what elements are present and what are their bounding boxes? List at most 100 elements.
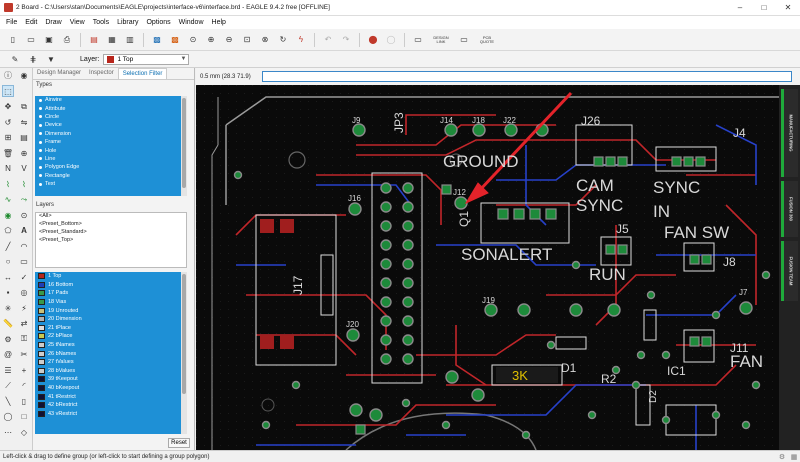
list-item[interactable]: <Preset_Standard> — [36, 229, 186, 237]
zoom-fit-icon[interactable]: ⊙ — [186, 33, 200, 47]
print-icon[interactable]: ⎙ — [60, 33, 74, 47]
copy-icon[interactable]: ⧉ — [18, 101, 30, 113]
list-item[interactable]: <Preset_Top> — [36, 237, 186, 245]
menu-edit[interactable]: Edit — [21, 19, 41, 26]
pcb-quote-icon[interactable]: ▭ — [457, 33, 471, 47]
script-icon[interactable]: ▩ — [150, 33, 164, 47]
layer-list-item[interactable]: 26 bNames — [35, 349, 187, 358]
layer-select[interactable]: 1 Top ▼ — [103, 53, 190, 65]
text-icon[interactable]: A — [18, 225, 30, 237]
line-tool-icon[interactable]: ╲ — [2, 395, 14, 407]
settings-icon[interactable]: ⚙ — [777, 452, 787, 462]
tab-fusion-360[interactable]: FUSION 360 — [781, 181, 798, 237]
shape-tool-icon[interactable]: ▯ — [18, 395, 30, 407]
maximize-icon[interactable]: □ — [752, 0, 776, 16]
list-item[interactable]: <Preset_Bottom> — [36, 221, 186, 229]
lock-icon[interactable]: ⚿ — [18, 333, 30, 345]
layer-settings-icon[interactable]: ☰ — [2, 364, 14, 376]
presets-list[interactable]: <All> <Preset_Bottom> <Preset_Standard> … — [35, 212, 187, 268]
new-file-icon[interactable]: ▯ — [6, 33, 20, 47]
menu-library[interactable]: Library — [113, 19, 142, 26]
layer-list-item[interactable]: 1 Top — [35, 272, 187, 281]
rect-icon[interactable]: ▭ — [18, 256, 30, 268]
tab-selection-filter[interactable]: Selection Filter — [117, 68, 168, 79]
drc-icon[interactable]: ✓ — [18, 271, 30, 283]
route-icon[interactable]: ⌇ — [2, 178, 14, 190]
layer-list-item[interactable]: 28 bValues — [35, 367, 187, 376]
ripup-icon[interactable]: ⌇ — [18, 178, 30, 190]
tab-fusion-team[interactable]: FUSION TEAM — [781, 241, 798, 301]
layer-list-item[interactable]: 21 tPlace — [35, 324, 187, 333]
go-icon[interactable]: ◯ — [384, 33, 398, 47]
list-item[interactable]: Line — [35, 155, 187, 163]
ratsnest-icon[interactable]: ϟ — [294, 33, 308, 47]
smash-icon[interactable]: ✂ — [18, 349, 30, 361]
open-folder-icon[interactable]: ▭ — [24, 33, 38, 47]
layer-list-item[interactable]: 16 Bottom — [35, 281, 187, 290]
list-item[interactable]: Attribute — [35, 104, 187, 112]
paste-icon[interactable]: ▤ — [18, 132, 30, 144]
list-item[interactable]: <All> — [36, 213, 186, 221]
command-line-input[interactable] — [262, 71, 792, 82]
layer-list-item[interactable]: 40 bKeepout — [35, 384, 187, 393]
layer-list-item[interactable]: 20 Dimension — [35, 315, 187, 324]
align-icon[interactable]: ⊞ — [2, 132, 14, 144]
polygon-icon[interactable]: ⬠ — [2, 225, 14, 237]
dimension-icon[interactable]: ↔ — [2, 271, 14, 283]
zoom-out-icon[interactable]: ⊖ — [222, 33, 236, 47]
layers-scrollbar[interactable] — [181, 272, 187, 434]
slice-icon[interactable]: ⟋ — [2, 380, 14, 392]
info-icon[interactable]: ⓘ — [2, 70, 14, 82]
layer-list-item[interactable]: 43 vRestrict — [35, 410, 187, 419]
layer-list-item[interactable]: 22 bPlace — [35, 332, 187, 341]
optimize-icon[interactable]: ⇄ — [18, 318, 30, 330]
pcb-quote-button[interactable]: PCB QUOTE — [476, 35, 498, 44]
layers-list[interactable]: 1 Top 16 Bottom 17 Pads 18 Vias 19 Unrouted 2… — [35, 272, 187, 434]
list-item[interactable]: Airwire — [35, 96, 187, 104]
close-icon[interactable]: ✕ — [776, 0, 800, 16]
reset-button[interactable]: Reset — [168, 438, 190, 448]
name-icon[interactable]: N — [2, 163, 14, 175]
save-icon[interactable]: ▣ — [42, 33, 56, 47]
zoom-area-icon[interactable]: ⊗ — [258, 33, 272, 47]
list-item[interactable]: Dimension — [35, 130, 187, 138]
arc-icon[interactable]: ◠ — [18, 240, 30, 252]
grid-icon[interactable]: ⋕ — [26, 52, 40, 66]
tab-design-manager[interactable]: Design Manager — [33, 68, 85, 79]
value-icon[interactable]: V — [18, 163, 30, 175]
pad-icon[interactable]: ◎ — [18, 287, 30, 299]
square-tool-icon[interactable]: □ — [18, 411, 30, 423]
extra-tool-icon[interactable]: ◇ — [18, 426, 30, 438]
filter-icon[interactable]: ▼ — [44, 52, 58, 66]
menu-help[interactable]: Help — [208, 19, 230, 26]
via-icon[interactable]: ◉ — [2, 209, 14, 221]
grid-status-icon[interactable]: ▦ — [789, 452, 799, 462]
layer-list-item[interactable]: 39 tKeepout — [35, 375, 187, 384]
redraw-icon[interactable]: ↻ — [276, 33, 290, 47]
list-item[interactable]: Hole — [35, 146, 187, 154]
layer-list-item[interactable]: 27 tValues — [35, 358, 187, 367]
list-item[interactable]: Rectangle — [35, 172, 187, 180]
more-tools-icon[interactable]: ⋯ — [2, 426, 14, 438]
show-icon[interactable]: ◉ — [18, 70, 30, 82]
measure-icon[interactable]: 📏 — [2, 318, 14, 330]
autorouter-icon[interactable]: ⚡ — [18, 302, 30, 314]
redo-icon[interactable]: ↷ — [339, 33, 353, 47]
list-item[interactable]: Device — [35, 121, 187, 129]
zoom-in-icon[interactable]: ⊕ — [204, 33, 218, 47]
layer-list-item[interactable]: 42 bRestrict — [35, 401, 187, 410]
hole-icon[interactable]: ⊙ — [18, 209, 30, 221]
board-canvas[interactable]: GROUND CAM SYNC SYNC IN FAN SW SONALERT … — [196, 85, 779, 450]
layer-list-item[interactable]: 25 tNames — [35, 341, 187, 350]
ellipse-tool-icon[interactable]: ◯ — [2, 411, 14, 423]
types-list[interactable]: Airwire Attribute Circle Device Dimensio… — [35, 96, 187, 196]
design-link-icon[interactable]: ▭ — [411, 33, 425, 47]
meander-icon[interactable]: ∿ — [2, 194, 14, 206]
stop-icon[interactable]: ⬤ — [366, 33, 380, 47]
ratsnest-tool-icon[interactable]: ✳ — [2, 302, 14, 314]
menu-window[interactable]: Window — [175, 19, 208, 26]
info-pencil-icon[interactable]: ✎ — [8, 52, 22, 66]
list-item[interactable]: Frame — [35, 138, 187, 146]
design-link-button[interactable]: DESIGN LINK — [430, 35, 452, 44]
split-icon[interactable]: ⤳ — [18, 194, 30, 206]
